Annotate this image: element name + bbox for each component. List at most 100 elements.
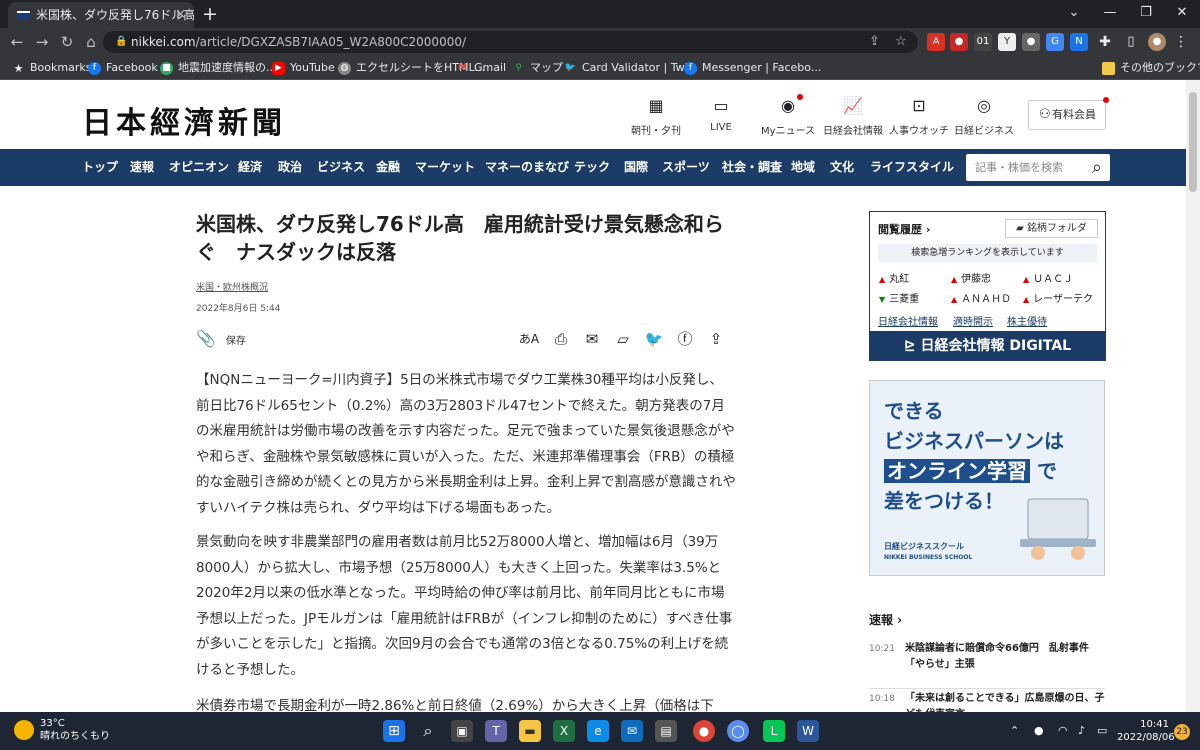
search-icon[interactable]: ⌕	[417, 720, 439, 742]
note-icon[interactable]: ▱	[612, 328, 634, 350]
ranking-item[interactable]: ▼ 三菱重	[879, 290, 919, 305]
nav-tech[interactable]: テック	[574, 149, 610, 186]
browser-tab[interactable]: 米国株、ダウ反発し76ドル高 雇用 ×	[8, 2, 194, 28]
nav-lifestyle[interactable]: ライフスタイル	[870, 149, 954, 186]
ranking-item[interactable]: ▲ ＡＮＡＨＤ	[951, 290, 1011, 305]
facebook-icon[interactable]: ⓕ	[674, 328, 696, 350]
share-icon[interactable]: ⇪	[705, 328, 727, 350]
nav-culture[interactable]: 文化	[830, 149, 854, 186]
system-clock[interactable]: 10:41 2022/08/06	[1117, 718, 1175, 744]
paid-member-button[interactable]: ⚇ 有料会員	[1028, 100, 1106, 130]
bookmark-messenger[interactable]: f Messenger | Facebo...	[684, 56, 821, 80]
chevron-up-icon[interactable]: ⌃	[1010, 724, 1019, 737]
advertisement-banner[interactable]: できる ビジネスパーソンは オンライン学習 で 差をつける！ 日経ビジネススクー…	[869, 380, 1105, 576]
ranking-item[interactable]: ▲ 伊藤忠	[951, 270, 991, 285]
new-extension-icon[interactable]: N	[1070, 33, 1088, 51]
excel-icon[interactable]: X	[553, 720, 575, 742]
extension-icon[interactable]: ●	[950, 33, 968, 51]
tab-search-icon[interactable]: ⌄	[1056, 0, 1092, 28]
header-personnel-watch[interactable]: ⊡ 人事ウオッチ	[884, 96, 954, 137]
mail-icon[interactable]: ✉	[621, 720, 643, 742]
nav-society[interactable]: 社会・調査	[722, 149, 782, 186]
task-view-icon[interactable]: ▣	[451, 720, 473, 742]
bookmark-star-icon[interactable]: ☆	[895, 31, 907, 53]
address-bar[interactable]: 🔒 nikkei.com/article/DGXZASB7IAA05_W2A80…	[103, 31, 918, 53]
volume-icon[interactable]: ♪	[1078, 724, 1085, 737]
header-company-info[interactable]: 📈 日経会社情報	[818, 96, 888, 137]
bookmark-twitter-card[interactable]: 🐦 Card Validator | Twi...	[564, 56, 698, 80]
print-icon[interactable]: ⎙	[550, 328, 572, 350]
forward-icon[interactable]: →	[31, 28, 53, 56]
edge-icon[interactable]: e	[587, 720, 609, 742]
article-section-link[interactable]: 米国・欧州株概況	[196, 280, 268, 293]
header-my-news[interactable]: ◉ Myニュース	[753, 96, 823, 137]
nav-politics[interactable]: 政治	[278, 149, 302, 186]
nav-money[interactable]: マネーのまなび	[485, 149, 569, 186]
close-window-button[interactable]: ✕	[1164, 0, 1200, 28]
pdf-extension-icon[interactable]: A	[927, 33, 945, 51]
file-explorer-icon[interactable]: ▬	[519, 720, 541, 742]
page-scrollbar[interactable]	[1186, 80, 1200, 712]
signal-icon[interactable]: ◯	[727, 720, 749, 742]
shareholder-perks-link[interactable]: 株主優待	[1007, 313, 1047, 328]
header-morning-evening[interactable]: ▦ 朝刊・夕刊	[621, 96, 691, 137]
tray-app-icon[interactable]: ●	[1034, 724, 1044, 737]
share-page-icon[interactable]: ⇪	[869, 31, 880, 53]
translate-icon[interactable]: あA	[518, 328, 540, 350]
news-item[interactable]: 10:18 「未来は創ることできる」広島原爆の日、子ども代表宣言	[869, 688, 1105, 712]
bookmark-earthquake[interactable]: ■ 地震加速度情報の...	[160, 56, 277, 80]
nav-top[interactable]: トップ	[82, 149, 118, 186]
new-tab-button[interactable]: +	[202, 2, 218, 26]
twitter-icon[interactable]: 🐦	[643, 328, 665, 350]
windows-start-icon[interactable]: ⊞	[383, 720, 405, 742]
word-icon[interactable]: W	[797, 720, 819, 742]
scrollbar-thumb[interactable]	[1189, 92, 1197, 192]
timely-disclosure-link[interactable]: 適時開示	[953, 313, 993, 328]
notification-badge[interactable]: 23	[1174, 724, 1190, 740]
company-info-link[interactable]: 日経会社情報	[878, 313, 938, 328]
bookmark-facebook[interactable]: f Facebook	[88, 56, 158, 80]
maximize-button[interactable]: ❐	[1128, 0, 1164, 28]
nav-region[interactable]: 地域	[791, 149, 815, 186]
reload-icon[interactable]: ↻	[56, 28, 78, 56]
ranking-item[interactable]: ▲ 丸紅	[879, 270, 909, 285]
y-extension-icon[interactable]: Y	[998, 33, 1016, 51]
bookmark-gmail[interactable]: M Gmail	[456, 56, 506, 80]
nav-opinion[interactable]: オピニオン	[169, 149, 229, 186]
breaking-news-heading[interactable]: 速報 ›	[869, 611, 902, 628]
menu-icon[interactable]: ⋮	[1172, 33, 1190, 51]
bookmark-maps[interactable]: ⚲ マップ	[512, 56, 563, 80]
bookmark-bookmarks[interactable]: ★ Bookmarks	[12, 56, 92, 80]
mail-icon[interactable]: ✉	[581, 328, 603, 350]
nav-business[interactable]: ビジネス	[317, 149, 365, 186]
wifi-icon[interactable]: ◠	[1058, 724, 1068, 737]
nikkei-logo[interactable]: 日本經濟新聞	[82, 98, 286, 142]
line-icon[interactable]: L	[763, 720, 785, 742]
browsing-history-link[interactable]: 閲覧履歴 ›	[878, 221, 930, 237]
weather-widget[interactable]: 33°C 晴れのちくもり	[14, 717, 110, 743]
nav-market[interactable]: マーケット	[415, 149, 475, 186]
ranking-item[interactable]: ▲ レーザーテク	[1023, 290, 1093, 305]
home-icon[interactable]: ⌂	[80, 28, 102, 56]
extensions-puzzle-icon[interactable]: ✚	[1096, 33, 1114, 51]
header-nikkei-business[interactable]: ◎ 日経ビジネス	[949, 96, 1019, 137]
nav-sports[interactable]: スポーツ	[662, 149, 710, 186]
side-panel-icon[interactable]: ▯	[1122, 33, 1140, 51]
nav-breaking[interactable]: 速報	[130, 149, 154, 186]
teams-icon[interactable]: T	[485, 720, 507, 742]
nav-finance[interactable]: 金融	[376, 149, 400, 186]
profile-avatar[interactable]: ●	[1148, 33, 1166, 51]
search-input[interactable]: 記事・株価を検索 ⌕	[966, 154, 1110, 181]
save-button[interactable]: 📎 保存	[196, 330, 246, 351]
store-icon[interactable]: ▤	[655, 720, 677, 742]
nav-economy[interactable]: 経済	[238, 149, 262, 186]
header-live[interactable]: ▭ LIVE	[686, 96, 756, 133]
back-icon[interactable]: ←	[6, 28, 28, 56]
chrome-icon[interactable]: ●	[693, 720, 715, 742]
translate-extension-icon[interactable]: G	[1046, 33, 1064, 51]
nav-international[interactable]: 国際	[624, 149, 648, 186]
binary-extension-icon[interactable]: 01	[974, 33, 992, 51]
ranking-item[interactable]: ▲ ＵＡＣＪ	[1023, 270, 1073, 285]
tab-close-icon[interactable]: ×	[175, 2, 186, 28]
search-icon[interactable]: ⌕	[1092, 154, 1102, 181]
